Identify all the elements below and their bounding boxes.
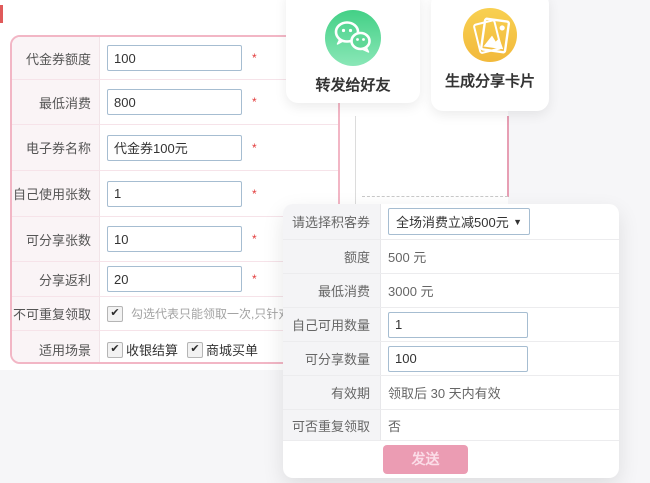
scene-cashier-label: 收银结算 — [126, 340, 178, 359]
panel-row-select-coupon: 请选择积客券 全场消费立减500元 ▼ — [283, 204, 619, 240]
panel-row-quota: 额度 500 元 — [283, 240, 619, 274]
wechat-icon — [325, 10, 381, 66]
panel-row-repeatable: 可否重复领取 否 — [283, 410, 619, 441]
panel-footer: 发送 — [283, 441, 619, 477]
scene-mall-checkbox[interactable]: ✔ — [187, 342, 203, 358]
no-repeat-hint: 勾选代表只能领取一次,只针对 — [131, 305, 290, 322]
share-quantity-input[interactable] — [388, 346, 528, 372]
field-label: 可分享数量 — [283, 342, 381, 375]
scene-mall-label: 商城买单 — [206, 340, 258, 359]
shareable-count-input[interactable] — [107, 226, 242, 252]
generate-share-card[interactable]: 生成分享卡片 — [431, 0, 549, 111]
required-asterisk: * — [252, 272, 257, 286]
form-row-coupon-name: 电子券名称 * — [12, 125, 338, 171]
repeatable-value: 否 — [388, 416, 401, 435]
panel-row-min-spend: 最低消费 3000 元 — [283, 274, 619, 308]
generate-share-card-label: 生成分享卡片 — [445, 70, 535, 91]
field-label: 最低消费 — [12, 80, 100, 124]
field-label: 自己可用数量 — [283, 308, 381, 341]
no-repeat-checkbox[interactable]: ✔ — [107, 306, 123, 322]
panel-row-validity: 有效期 领取后 30 天内有效 — [283, 376, 619, 410]
required-asterisk: * — [252, 51, 257, 65]
field-label: 额度 — [283, 240, 381, 273]
field-label: 电子券名称 — [12, 125, 100, 170]
caret-down-icon: ▼ — [513, 217, 522, 227]
page: 代金券额度 * 最低消费 * 电子券名称 * 自己使用张数 * — [0, 0, 650, 483]
send-button[interactable]: 发送 — [383, 445, 468, 474]
field-label: 自己使用张数 — [12, 171, 100, 216]
required-asterisk: * — [252, 187, 257, 201]
self-use-count-input[interactable] — [107, 181, 242, 207]
field-label: 分享返利 — [12, 262, 100, 296]
required-asterisk: * — [252, 141, 257, 155]
photo-cards-icon — [463, 8, 517, 62]
panel-row-self-qty: 自己可用数量 — [283, 308, 619, 342]
scene-cashier-checkbox[interactable]: ✔ — [107, 342, 123, 358]
quota-value: 500 元 — [388, 247, 426, 266]
selected-coupon: 全场消费立减500元 — [396, 212, 509, 231]
self-quantity-input[interactable] — [388, 312, 528, 338]
coupon-name-input[interactable] — [107, 135, 242, 161]
forward-to-friend-card[interactable]: 转发给好友 — [286, 0, 420, 103]
amount-input[interactable] — [107, 45, 242, 71]
coupon-send-panel: 请选择积客券 全场消费立减500元 ▼ 额度 500 元 最低消费 3000 元… — [283, 204, 619, 478]
required-asterisk: * — [252, 232, 257, 246]
panel-row-share-qty: 可分享数量 — [283, 342, 619, 376]
field-label: 有效期 — [283, 376, 381, 409]
validity-value: 领取后 30 天内有效 — [388, 383, 501, 402]
field-label: 不可重复领取 — [12, 297, 100, 330]
field-label: 请选择积客券 — [283, 204, 381, 239]
background-divider-line — [355, 116, 356, 205]
background-pink-border-fragment — [507, 116, 509, 197]
field-label: 代金券额度 — [12, 37, 100, 79]
field-label: 可分享张数 — [12, 217, 100, 261]
left-edge-red-fragment — [0, 5, 3, 23]
field-label: 最低消费 — [283, 274, 381, 307]
required-asterisk: * — [252, 95, 257, 109]
field-label: 适用场景 — [12, 331, 100, 364]
min-spend-value: 3000 元 — [388, 281, 434, 300]
background-dashed-line — [362, 196, 508, 197]
forward-to-friend-label: 转发给好友 — [315, 74, 390, 95]
coupon-select-dropdown[interactable]: 全场消费立减500元 ▼ — [388, 208, 530, 235]
min-spend-input[interactable] — [107, 89, 242, 115]
field-label: 可否重复领取 — [283, 410, 381, 440]
share-rebate-input[interactable] — [107, 266, 242, 292]
